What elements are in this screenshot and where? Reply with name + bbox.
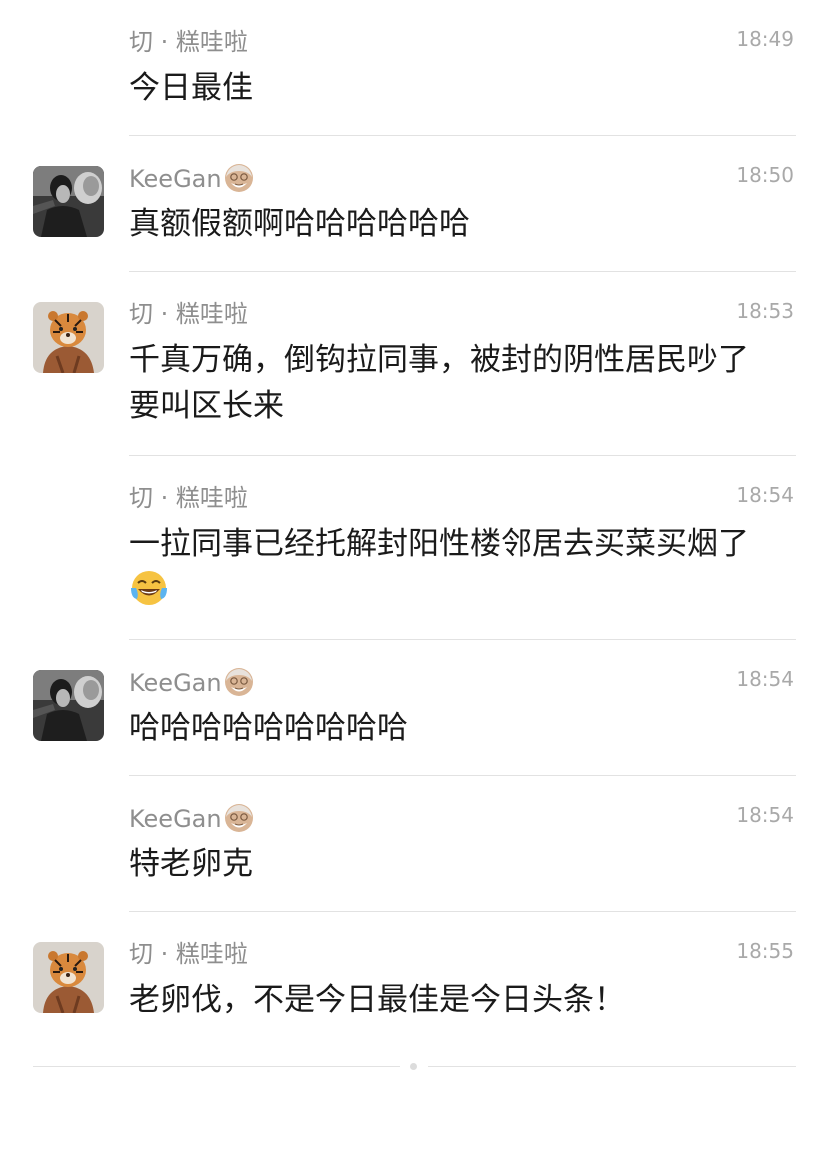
message-time: 18:54: [736, 667, 794, 691]
message-emoji-line: [129, 567, 789, 613]
message-text[interactable]: 特老卵克: [129, 841, 789, 887]
message-time: 18:54: [736, 483, 794, 507]
end-divider-right: [428, 1066, 796, 1067]
message-text[interactable]: 今日最佳: [129, 65, 789, 111]
sender-name-text: KeeGan: [129, 165, 222, 193]
divider: [129, 455, 796, 456]
sender-name[interactable]: 切 · 糕哇啦: [129, 939, 248, 969]
old-man-emoji-icon: [224, 163, 254, 193]
sender-name[interactable]: KeeGan: [129, 667, 254, 698]
message-text-line: 要叫区长来: [129, 388, 284, 424]
sender-name[interactable]: 切 · 糕哇啦: [129, 483, 248, 513]
avatar[interactable]: [33, 166, 104, 237]
old-man-emoji-icon: [224, 667, 254, 697]
sender-name-text: KeeGan: [129, 805, 222, 833]
divider: [129, 135, 796, 136]
divider: [129, 271, 796, 272]
face-with-tears-of-joy-icon: [129, 568, 169, 608]
message-time: 18:50: [736, 163, 794, 187]
divider: [129, 911, 796, 912]
sender-name-text: KeeGan: [129, 669, 222, 697]
message-text-line: 一拉同事已经托解封阳性楼邻居去买菜买烟了: [129, 526, 749, 562]
end-divider-dot: [410, 1063, 417, 1070]
message-text[interactable]: 千真万确，倒钩拉同事，被封的阴性居民吵了 要叫区长来: [129, 337, 789, 429]
message-time: 18:49: [736, 27, 794, 51]
message-text[interactable]: 一拉同事已经托解封阳性楼邻居去买菜买烟了: [129, 521, 789, 613]
end-divider-left: [33, 1066, 400, 1067]
divider: [129, 775, 796, 776]
sender-name[interactable]: 切 · 糕哇啦: [129, 299, 248, 329]
avatar[interactable]: [33, 302, 104, 373]
message-time: 18:55: [736, 939, 794, 963]
avatar[interactable]: [33, 670, 104, 741]
message-text[interactable]: 哈哈哈哈哈哈哈哈哈: [129, 705, 789, 751]
person-photo-icon: [33, 166, 104, 237]
person-photo-icon: [33, 670, 104, 741]
avatar[interactable]: [33, 942, 104, 1013]
divider: [129, 639, 796, 640]
message-text[interactable]: 老卵伐，不是今日最佳是今日头条！: [129, 977, 789, 1023]
old-man-emoji-icon: [224, 803, 254, 833]
tiger-photo-icon: [33, 302, 104, 373]
message-text-line: 千真万确，倒钩拉同事，被封的阴性居民吵了: [129, 342, 749, 378]
sender-name[interactable]: 切 · 糕哇啦: [129, 27, 248, 57]
message-text[interactable]: 真额假额啊哈哈哈哈哈哈: [129, 201, 789, 247]
tiger-photo-icon: [33, 942, 104, 1013]
message-time: 18:53: [736, 299, 794, 323]
sender-name[interactable]: KeeGan: [129, 163, 254, 194]
sender-name[interactable]: KeeGan: [129, 803, 254, 834]
message-time: 18:54: [736, 803, 794, 827]
